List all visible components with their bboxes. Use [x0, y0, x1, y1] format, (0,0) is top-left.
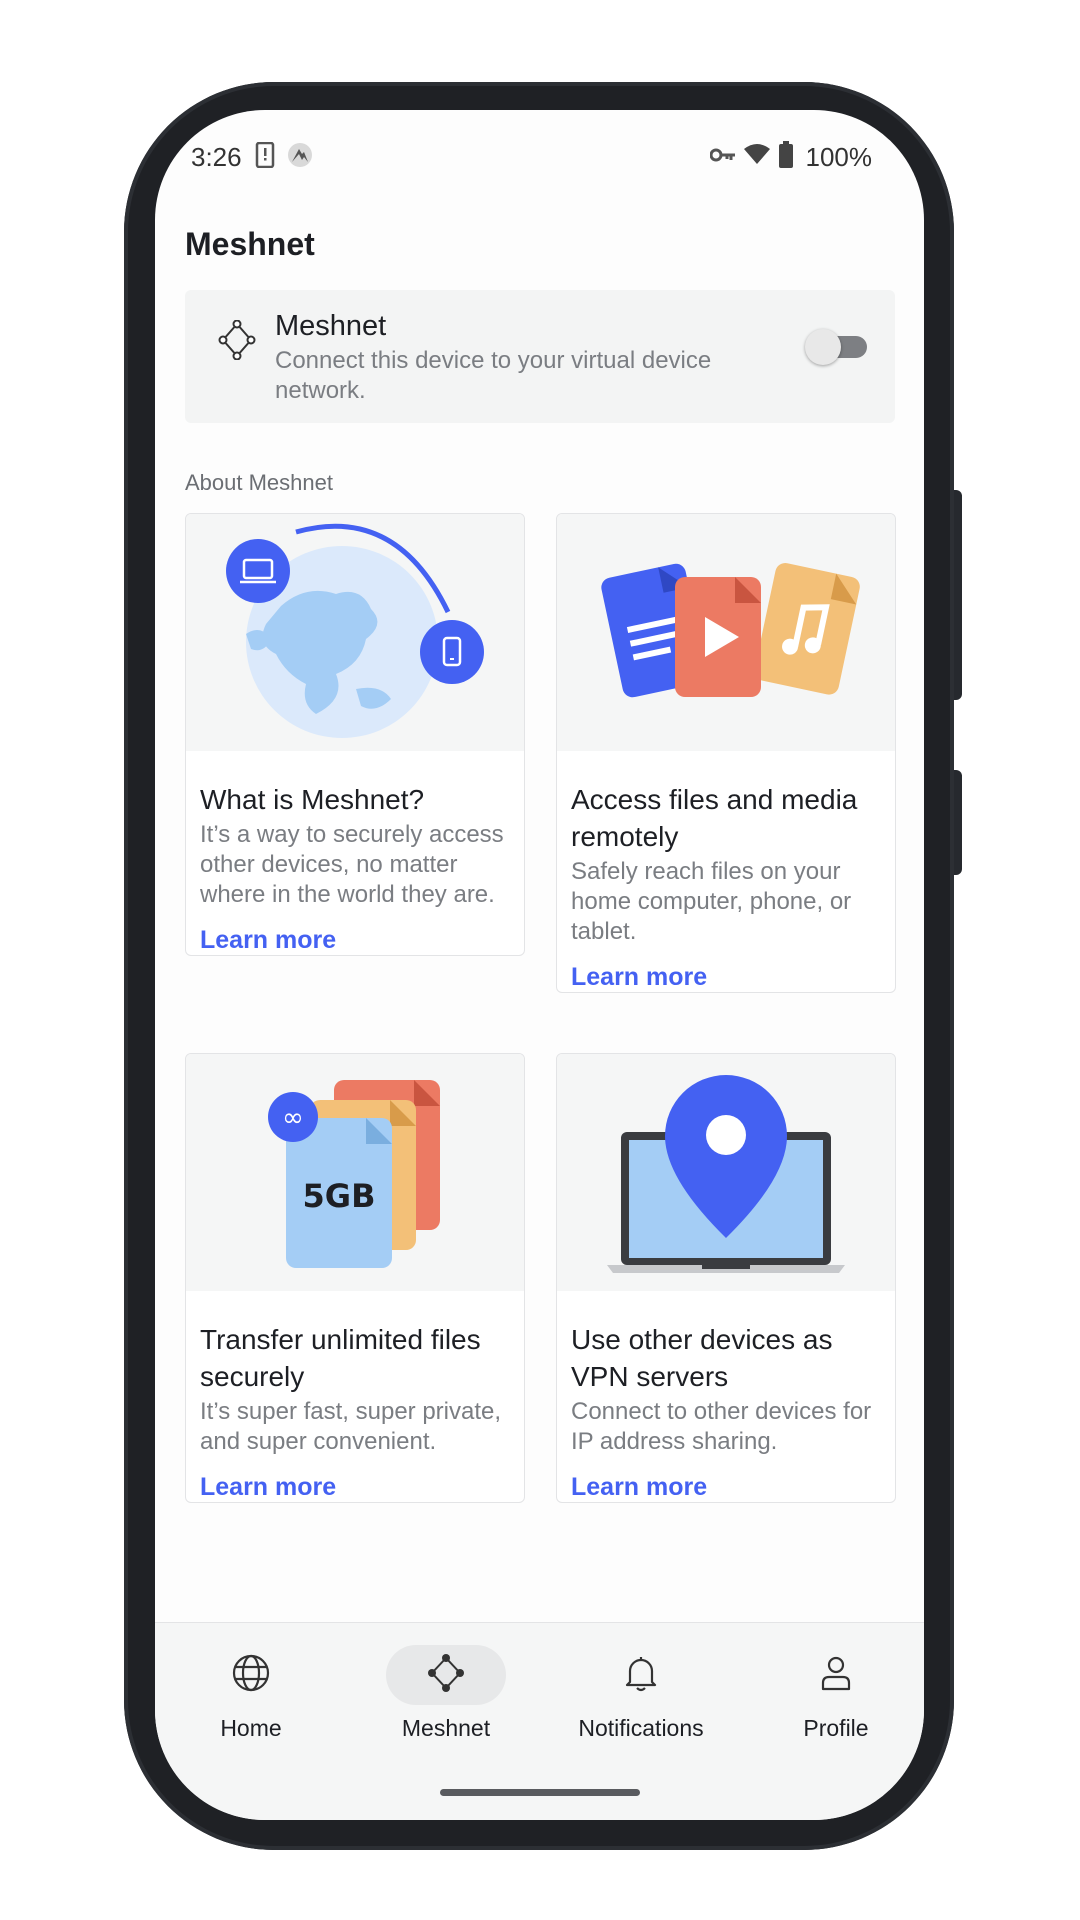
learn-more-link[interactable]: Learn more	[200, 1473, 336, 1502]
5gb-label: 5GB	[303, 1177, 376, 1215]
nav-label: Notifications	[578, 1715, 704, 1741]
card-title: Access files and media remotely	[571, 784, 858, 852]
card-description: Safely reach files on your home computer…	[571, 858, 852, 945]
vpn-key-icon	[709, 146, 736, 169]
status-time: 3:26	[191, 142, 242, 172]
learn-more-link[interactable]: Learn more	[200, 926, 336, 955]
volume-button	[954, 770, 962, 875]
wifi-icon	[743, 143, 771, 170]
nav-item-notifications[interactable]: Notifications	[546, 1645, 736, 1742]
card-description: Connect to other devices for IP address …	[571, 1398, 872, 1455]
laptop-pin-illustration	[557, 1054, 895, 1291]
card-title: Use other devices as VPN servers	[571, 1324, 833, 1392]
nav-label: Meshnet	[401, 1715, 491, 1741]
meshnet-icon	[217, 319, 257, 365]
file-transfer-illustration: 5GB ∞	[186, 1054, 524, 1291]
battery-icon	[778, 141, 794, 174]
phone-screen: 3:26 100% Meshnet Meshnet Connect this d…	[155, 110, 924, 1820]
info-card-what-is-meshnet: What is Meshnet? It’s a way to securely …	[185, 513, 525, 956]
files-media-illustration	[557, 514, 895, 751]
status-bar: 3:26 100%	[155, 110, 924, 196]
nav-item-home[interactable]: Home	[156, 1645, 346, 1742]
nav-item-meshnet[interactable]: Meshnet	[351, 1645, 541, 1742]
nordvpn-icon	[287, 142, 313, 173]
info-card-vpn-servers: Use other devices as VPN servers Connect…	[556, 1053, 896, 1503]
globe-devices-illustration	[186, 514, 524, 751]
card-title: What is Meshnet?	[200, 784, 425, 815]
home-indicator[interactable]	[440, 1789, 640, 1796]
battery-percent: 100%	[805, 142, 873, 172]
card-description: It’s super fast, super private, and supe…	[200, 1398, 502, 1455]
learn-more-link[interactable]: Learn more	[571, 963, 707, 992]
nav-label: Profile	[803, 1715, 869, 1741]
power-button	[954, 490, 962, 700]
meshnet-subtitle: Connect this device to your virtual devi…	[275, 347, 712, 404]
alert-device-icon	[255, 141, 275, 173]
profile-icon	[816, 1653, 856, 1698]
learn-more-link[interactable]: Learn more	[571, 1473, 707, 1502]
info-card-access-files: Access files and media remotely Safely r…	[556, 513, 896, 993]
nav-label: Home	[220, 1715, 282, 1741]
page-title: Meshnet	[185, 226, 315, 262]
section-label: About Meshnet	[185, 470, 333, 495]
meshnet-title: Meshnet	[275, 310, 387, 342]
meshnet-icon	[426, 1653, 466, 1698]
card-title: Transfer unlimited files securely	[200, 1324, 481, 1392]
info-card-transfer-files: 5GB ∞ Transfer unlimited files securely …	[185, 1053, 525, 1503]
meshnet-toggle-card[interactable]: Meshnet Connect this device to your virt…	[185, 290, 895, 423]
svg-text:∞: ∞	[282, 1103, 304, 1133]
card-description: It’s a way to securely access other devi…	[200, 821, 504, 908]
nav-item-profile[interactable]: Profile	[741, 1645, 924, 1742]
meshnet-switch[interactable]	[805, 326, 867, 365]
globe-icon	[231, 1653, 271, 1698]
bell-icon	[621, 1653, 661, 1698]
switch-knob	[805, 329, 841, 365]
